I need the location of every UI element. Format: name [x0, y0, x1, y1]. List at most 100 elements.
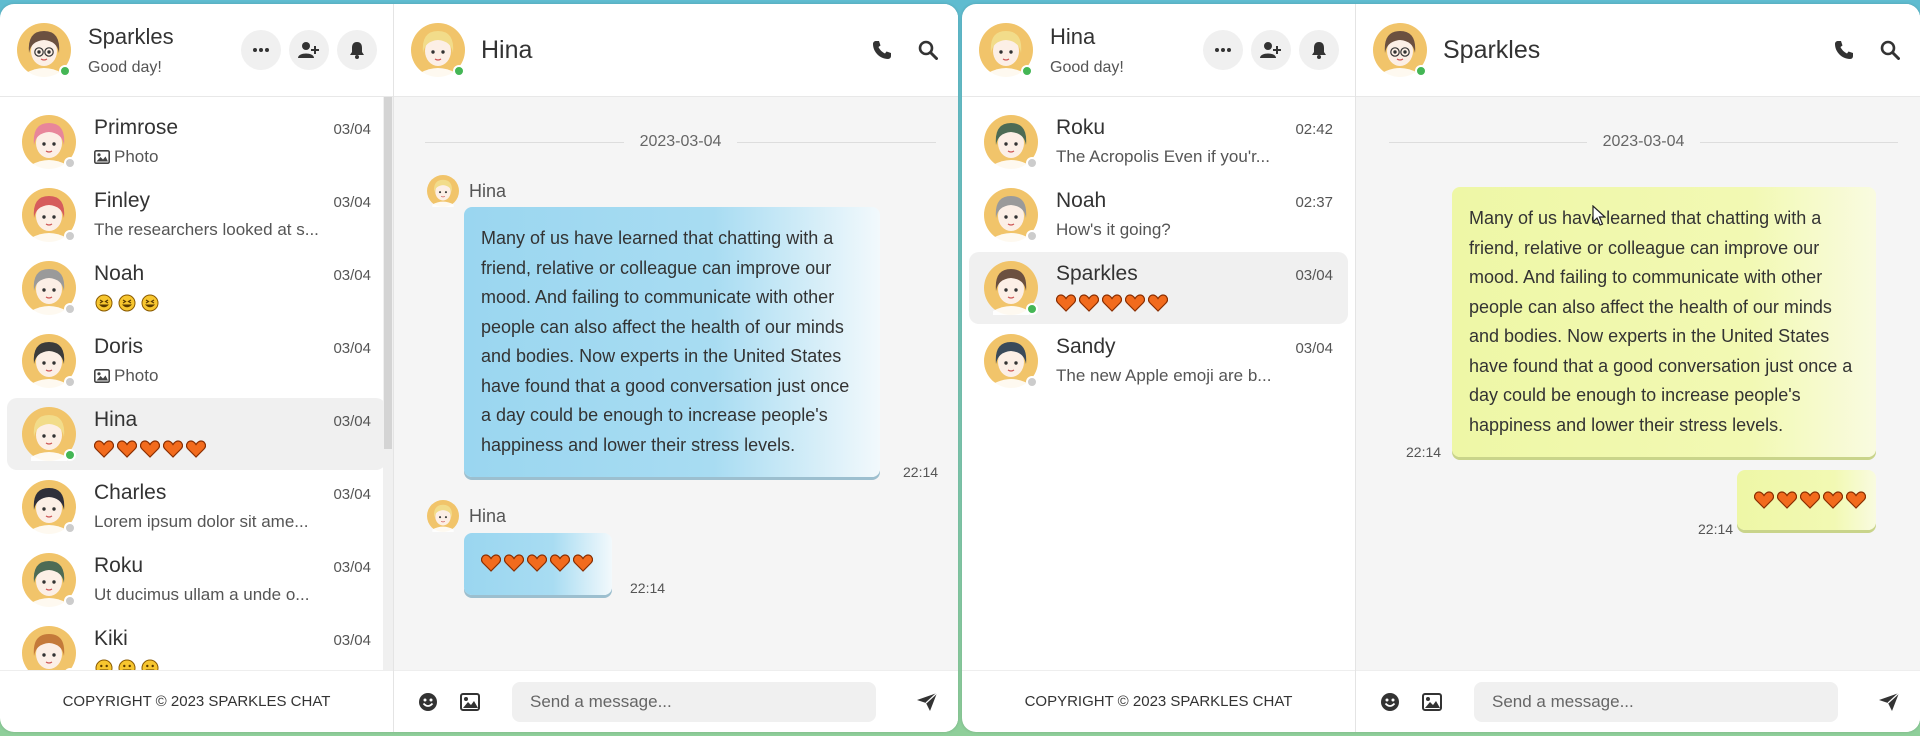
contact-item-kiki[interactable]: Kiki 03/04: [7, 617, 386, 670]
heart-emoji-icon: [1079, 294, 1099, 312]
sidebar-header: Sparkles Good day!: [0, 4, 393, 97]
notifications-button[interactable]: [1299, 30, 1339, 70]
my-status: Good day!: [1050, 58, 1124, 76]
chat-window-sparkles: Sparkles Good day! Primrose 03/04 Photo Fin…: [0, 4, 958, 732]
chat-contact-name: Hina: [481, 35, 533, 64]
date-separator: 2023-03-04: [1389, 133, 1898, 151]
contact-list[interactable]: Primrose 03/04 Photo Finley 03/04 The researc…: [0, 97, 393, 670]
status-indicator: [1026, 376, 1038, 388]
add-user-button[interactable]: [289, 30, 329, 70]
scrollbar-thumb[interactable]: [384, 97, 392, 449]
image-icon[interactable]: [460, 692, 480, 711]
online-indicator: [59, 65, 71, 77]
send-icon[interactable]: [1878, 692, 1900, 712]
avatar[interactable]: [22, 188, 76, 242]
heart-emoji-icon: [481, 554, 501, 572]
message-bubble[interactable]: Many of us have learned that chatting wi…: [1452, 187, 1876, 457]
contact-date: 03/04: [1295, 340, 1333, 357]
image-icon[interactable]: [1422, 692, 1442, 711]
contact-item-noah[interactable]: Noah 02:37 How's it going?: [969, 179, 1348, 251]
avatar[interactable]: [22, 115, 76, 169]
avatar[interactable]: [17, 23, 71, 77]
message-bubble[interactable]: [1737, 470, 1876, 530]
avatar[interactable]: [427, 175, 459, 207]
avatar[interactable]: [427, 500, 459, 532]
avatar[interactable]: [22, 261, 76, 315]
contact-name: Charles: [94, 481, 167, 504]
online-indicator: [1415, 65, 1427, 77]
contact-date: 03/04: [333, 413, 371, 430]
more-button[interactable]: [1203, 30, 1243, 70]
my-name: Sparkles: [88, 23, 174, 49]
contact-date: 02:37: [1295, 194, 1333, 211]
status-indicator: [64, 230, 76, 242]
contact-date: 03/04: [333, 194, 371, 211]
hearts-emoji: [481, 554, 593, 572]
avatar[interactable]: [22, 626, 76, 670]
contact-item-charles[interactable]: Charles 03/04 Lorem ipsum dolor sit ame...: [7, 471, 386, 543]
contact-preview: Ut ducimus ullam a unde o...: [94, 585, 310, 604]
avatar[interactable]: [1373, 23, 1427, 77]
sidebar-header: Hina Good day!: [962, 4, 1355, 97]
message-input[interactable]: [512, 681, 876, 722]
contact-item-sparkles[interactable]: Sparkles 03/04: [969, 252, 1348, 324]
add-user-icon: [298, 42, 319, 58]
message-bubble[interactable]: Many of us have learned that chatting wi…: [464, 207, 880, 477]
message-sender: Hina: [427, 175, 506, 207]
message-bubble[interactable]: [464, 533, 612, 595]
message-area[interactable]: 2023-03-04 Hina Many of us have learned …: [394, 97, 958, 670]
smiling-emoji-icon: [118, 659, 136, 670]
contact-preview: Photo: [94, 365, 371, 387]
contact-item-roku[interactable]: Roku 02:42 The Acropolis Even if you'r...: [969, 106, 1348, 178]
search-icon[interactable]: [1880, 40, 1900, 60]
emoji-icon[interactable]: [418, 692, 438, 712]
status-indicator: [64, 595, 76, 607]
avatar[interactable]: [979, 23, 1033, 77]
phone-icon[interactable]: [872, 40, 892, 60]
contact-item-roku[interactable]: Roku 03/04 Ut ducimus ullam a unde o...: [7, 544, 386, 616]
contact-preview: Lorem ipsum dolor sit ame...: [94, 512, 309, 531]
avatar[interactable]: [22, 334, 76, 388]
grinning-emoji-icon: [95, 294, 113, 312]
avatar[interactable]: [411, 23, 465, 77]
avatar[interactable]: [984, 115, 1038, 169]
status-indicator: [64, 449, 76, 461]
contact-name: Roku: [94, 554, 144, 577]
status-indicator: [64, 303, 76, 315]
message-input[interactable]: [1474, 681, 1838, 722]
search-icon[interactable]: [918, 40, 938, 60]
message-area[interactable]: 2023-03-04 Many of us have learned that …: [1356, 97, 1920, 670]
status-indicator: [64, 522, 76, 534]
avatar[interactable]: [22, 553, 76, 607]
notifications-button[interactable]: [337, 30, 377, 70]
contact-item-finley[interactable]: Finley 03/04 The researchers looked at s..…: [7, 179, 386, 251]
avatar[interactable]: [22, 480, 76, 534]
hearts-emoji: [1056, 294, 1168, 312]
heart-emoji-icon: [140, 440, 160, 458]
online-indicator: [453, 65, 465, 77]
contact-item-primrose[interactable]: Primrose 03/04 Photo: [7, 106, 386, 178]
scrollbar[interactable]: [383, 97, 393, 670]
contact-preview: Photo: [94, 146, 371, 168]
avatar[interactable]: [984, 261, 1038, 315]
avatar[interactable]: [984, 188, 1038, 242]
contact-name: Hina: [94, 408, 138, 431]
photo-icon: [94, 150, 110, 164]
phone-icon[interactable]: [1834, 40, 1854, 60]
contact-item-sandy[interactable]: Sandy 03/04 The new Apple emoji are b...: [969, 325, 1348, 397]
emoji-icon[interactable]: [1380, 692, 1400, 712]
message-sender: Hina: [427, 500, 506, 532]
heart-emoji-icon: [1102, 294, 1122, 312]
hearts-emoji: [1754, 491, 1866, 509]
my-status: Good day!: [88, 58, 162, 76]
heart-emoji-icon: [1056, 294, 1076, 312]
contact-item-noah[interactable]: Noah 03/04: [7, 252, 386, 324]
contact-item-hina[interactable]: Hina 03/04: [7, 398, 386, 470]
more-button[interactable]: [241, 30, 281, 70]
add-user-button[interactable]: [1251, 30, 1291, 70]
avatar[interactable]: [984, 334, 1038, 388]
send-icon[interactable]: [916, 692, 938, 712]
contact-list[interactable]: Roku 02:42 The Acropolis Even if you'r... N…: [962, 97, 1355, 670]
avatar[interactable]: [22, 407, 76, 461]
contact-item-doris[interactable]: Doris 03/04 Photo: [7, 325, 386, 397]
